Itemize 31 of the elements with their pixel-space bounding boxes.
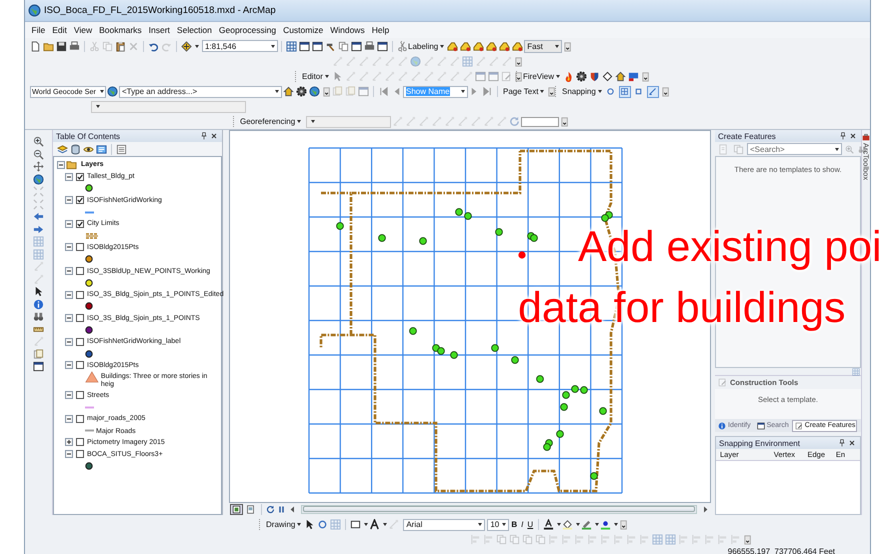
- panel-title: Snapping Environment: [719, 438, 800, 448]
- text-style-button[interactable]: U: [525, 520, 536, 529]
- panel-title: Create Features: [718, 132, 776, 140]
- snapping-menu[interactable]: Snapping: [560, 87, 604, 96]
- menu-item[interactable]: Windows: [326, 25, 368, 35]
- template-search-field[interactable]: <Search>: [747, 143, 842, 155]
- label-quality-dropdown[interactable]: Fast: [524, 40, 562, 52]
- menu-item[interactable]: Bookmarks: [96, 25, 146, 35]
- font-dropdown[interactable]: Arial: [403, 518, 486, 530]
- map-scale-dropdown[interactable]: 1:81,546: [202, 40, 278, 52]
- menu-item[interactable]: View: [70, 25, 96, 35]
- menu-item[interactable]: File: [28, 25, 49, 35]
- menu-item[interactable]: Customize: [280, 25, 327, 35]
- menu-item[interactable]: Selection: [173, 25, 216, 35]
- menu-item[interactable]: Edit: [48, 25, 70, 35]
- georeferencing-menu[interactable]: Georeferencing: [238, 117, 304, 126]
- menu-item[interactable]: Geoprocessing: [215, 25, 280, 35]
- status-coordinates: 966555.197 737706.464 Feet: [728, 547, 835, 554]
- editor-menu[interactable]: Editor: [300, 72, 331, 81]
- fireview-menu[interactable]: FireView: [521, 72, 562, 81]
- text-style-button[interactable]: I: [519, 520, 526, 529]
- menu-item[interactable]: Insert: [145, 25, 174, 35]
- menu-item[interactable]: Help: [368, 25, 393, 35]
- labeling-menu[interactable]: Labeling: [406, 42, 446, 50]
- panel-title: Table Of Contents: [56, 132, 120, 140]
- address-search-field[interactable]: <Type an address...>: [119, 86, 282, 98]
- drawing-menu[interactable]: Drawing: [264, 520, 304, 529]
- page-text-menu[interactable]: Page Text: [501, 87, 546, 96]
- text-style-button[interactable]: B: [509, 520, 520, 529]
- window-title: ISO_Boca_FD_FL_2015Working160518.mxd - ArcMap: [44, 5, 276, 16]
- font-size-dropdown[interactable]: 10: [487, 518, 510, 530]
